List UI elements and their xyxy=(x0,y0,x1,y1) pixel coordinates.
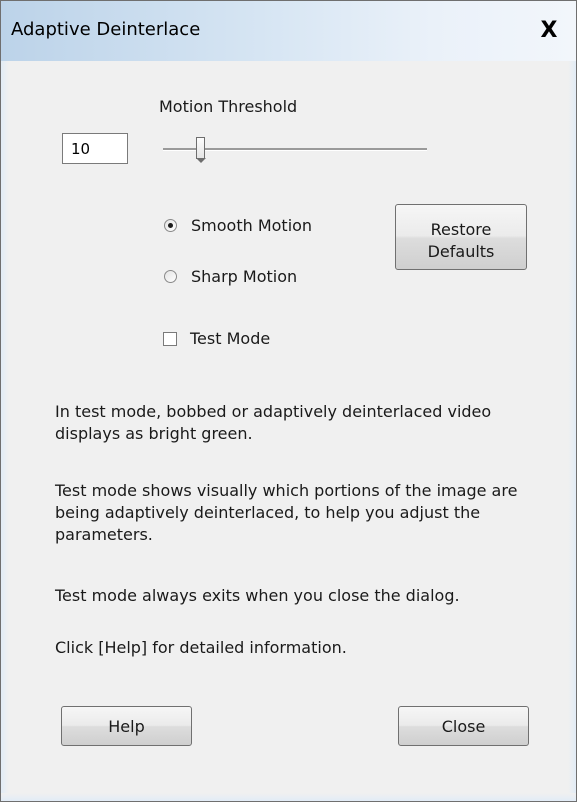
radio-icon[interactable] xyxy=(164,270,177,283)
restore-defaults-button[interactable]: Restore Defaults xyxy=(395,204,527,270)
dialog-window: Adaptive Deinterlace X Motion Threshold … xyxy=(0,0,577,802)
motion-threshold-label: Motion Threshold xyxy=(159,97,298,116)
window-title: Adaptive Deinterlace xyxy=(11,19,201,40)
title-bar[interactable]: Adaptive Deinterlace X xyxy=(1,1,576,61)
info-paragraph-3: Test mode always exits when you close th… xyxy=(55,586,460,605)
smooth-motion-radio[interactable]: Smooth Motion xyxy=(164,216,312,235)
help-button[interactable]: Help xyxy=(61,706,192,746)
window-frame-bottom xyxy=(1,793,576,801)
info-paragraph-2: Test mode shows visually which portions … xyxy=(55,481,518,544)
close-icon[interactable]: X xyxy=(535,18,563,45)
slider-thumb[interactable] xyxy=(196,137,206,163)
checkbox-icon[interactable] xyxy=(163,331,177,346)
sharp-motion-label: Sharp Motion xyxy=(191,267,298,286)
window-frame-left xyxy=(1,61,9,801)
sharp-motion-radio[interactable]: Sharp Motion xyxy=(164,267,297,286)
motion-threshold-slider[interactable] xyxy=(161,136,431,163)
info-paragraph-1: In test mode, bobbed or adaptively deint… xyxy=(55,402,492,443)
radio-icon[interactable] xyxy=(164,219,177,232)
motion-threshold-input[interactable] xyxy=(62,133,128,164)
window-frame-right xyxy=(568,61,576,801)
test-mode-checkbox[interactable]: Test Mode xyxy=(163,329,270,348)
close-button[interactable]: Close xyxy=(398,706,529,746)
smooth-motion-label: Smooth Motion xyxy=(191,216,313,235)
test-mode-label: Test Mode xyxy=(190,329,271,348)
restore-defaults-label-1: Restore xyxy=(430,220,492,239)
dialog-client-area: Motion Threshold Smooth Motion Sharp Mot… xyxy=(9,61,568,793)
restore-defaults-label-2: Defaults xyxy=(427,242,495,261)
info-paragraph-4: Click [Help] for detailed information. xyxy=(55,638,347,657)
